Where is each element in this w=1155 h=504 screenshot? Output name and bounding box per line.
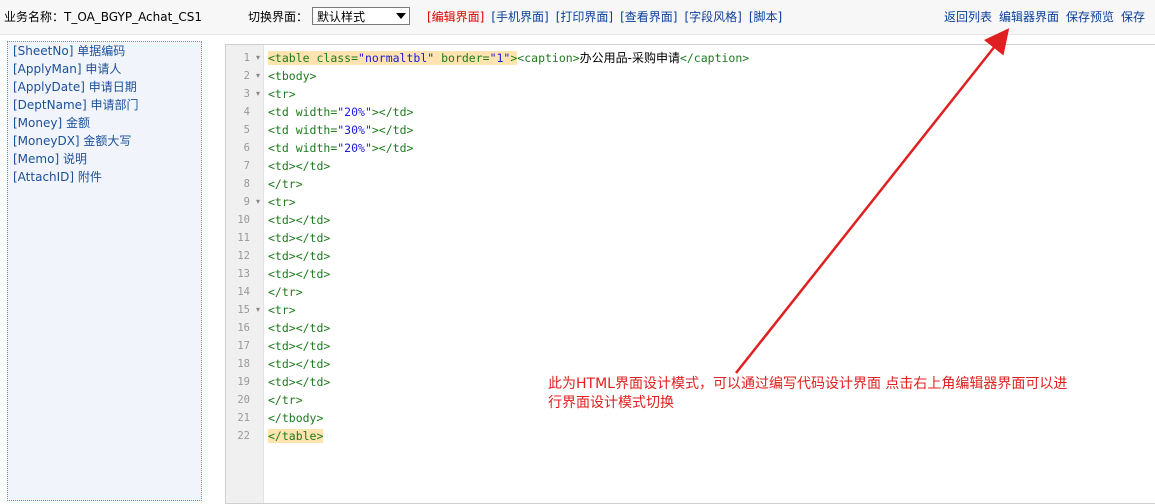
arrow-line (735, 28, 1010, 374)
annotation-arrow (735, 28, 1010, 374)
annotation-line-1: 此为HTML界面设计模式，可以通过编写代码设计界面 点击右上角编辑器界面可以进 (548, 376, 1068, 392)
annotation-line-2: 行界面设计模式切换 (548, 395, 674, 411)
annotation-note: 此为HTML界面设计模式，可以通过编写代码设计界面 点击右上角编辑器界面可以进 … (548, 375, 1148, 413)
